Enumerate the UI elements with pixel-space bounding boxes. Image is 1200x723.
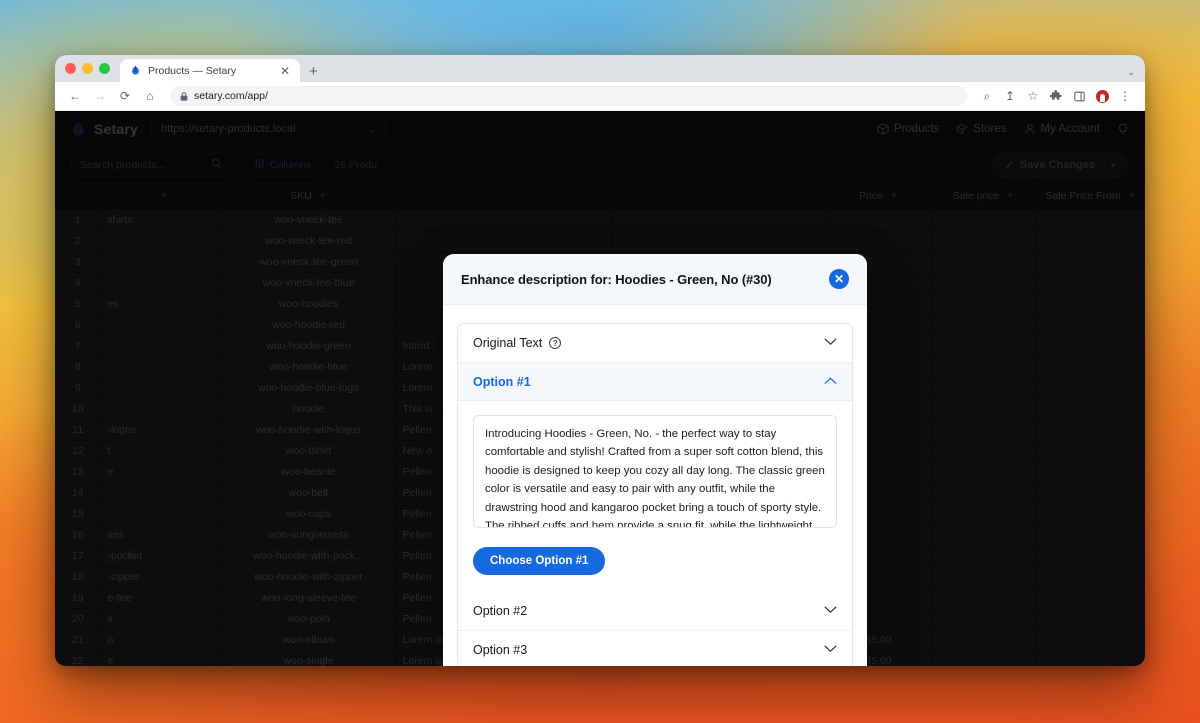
modal-title: Enhance description for: Hoodies - Green… [461,271,772,287]
setary-app: Setary https://setary-products.local ⌄ P… [55,111,1145,666]
close-icon[interactable]: ✕ [829,269,849,289]
accordion-label: Option #1 [473,374,531,389]
chevron-down-icon [824,337,837,349]
lock-icon [180,91,188,101]
profile-avatar[interactable] [1091,85,1113,107]
share-icon[interactable]: ↥ [999,85,1021,107]
accordion-option-1[interactable]: Option #1 [458,362,852,400]
option-1-panel: Choose Option #1 [458,400,852,592]
help-icon[interactable]: ? [549,337,562,349]
chevron-down-icon[interactable]: ⌄ [1127,67,1135,78]
chevron-down-icon [824,644,837,656]
reload-icon[interactable]: ⟳ [114,85,136,107]
accordion-option-2[interactable]: Option #2 [458,592,852,630]
close-tab-icon[interactable]: ✕ [278,65,292,77]
extensions-puzzle-icon[interactable] [1045,85,1067,107]
toolbar-actions: ⌕ ↥ ☆ ⋮ [976,85,1136,107]
minimize-window-button[interactable] [82,63,93,74]
accordion-option-3[interactable]: Option #3 [458,630,852,666]
browser-toolbar: ← → ⟳ ⌂ setary.com/app/ ⌕ ↥ ☆ ⋮ [55,82,1145,111]
browser-window: Products — Setary ✕ + ⌄ ← → ⟳ ⌂ setary.c… [55,55,1145,666]
browser-tab[interactable]: Products — Setary ✕ [120,59,300,82]
browser-tab-strip: Products — Setary ✕ + ⌄ [55,55,1145,82]
url-text: setary.com/app/ [194,90,268,102]
tab-title: Products — Setary [148,64,237,77]
choose-option-1-button[interactable]: Choose Option #1 [473,547,606,575]
search-icon[interactable]: ⌕ [976,85,998,107]
enhance-description-modal: Enhance description for: Hoodies - Green… [443,254,867,666]
setary-favicon [132,65,139,75]
chevron-down-icon [824,605,837,617]
close-window-button[interactable] [65,63,76,74]
new-tab-button[interactable]: + [300,64,327,82]
accordion-original-text[interactable]: Original Text ? [458,324,852,362]
window-traffic-lights[interactable] [65,55,120,82]
modal-header: Enhance description for: Hoodies - Green… [443,254,867,305]
forward-icon[interactable]: → [89,85,111,107]
accordion-label: Option #2 [473,604,528,618]
accordion-label: Original Text [473,336,543,350]
options-accordion: Original Text ? Option #1 Introducing Ho… [457,323,853,666]
browser-menu-icon[interactable]: ⋮ [1114,85,1136,107]
maximize-window-button[interactable] [99,63,110,74]
address-bar[interactable]: setary.com/app/ [170,86,967,106]
bookmark-star-icon[interactable]: ☆ [1022,85,1044,107]
tab-strip-right: ⌄ [1127,67,1145,82]
modal-body: Original Text ? Option #1 Introducing Ho… [443,305,867,666]
option-1-textarea[interactable] [473,415,837,528]
home-icon[interactable]: ⌂ [139,85,161,107]
chevron-up-icon [824,376,837,388]
back-icon[interactable]: ← [64,85,86,107]
accordion-label: Option #3 [473,642,528,657]
side-panel-icon[interactable] [1068,85,1090,107]
